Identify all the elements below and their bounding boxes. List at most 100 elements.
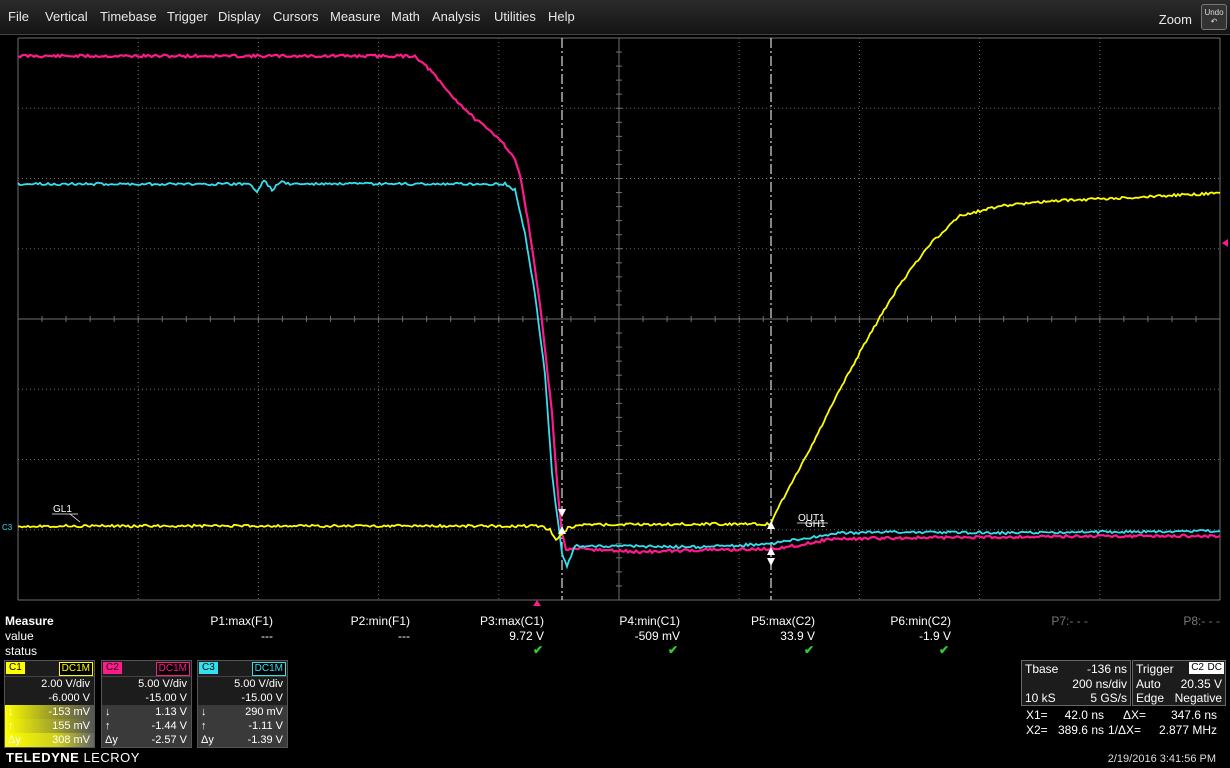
channel-c2-offset-row: -15.00 V: [102, 691, 191, 705]
label-gl1-pointer: [69, 513, 81, 523]
channel-c3-down-symbol: ↓: [201, 706, 207, 718]
channel-c2-dy-row: Δy -2.57 V: [102, 733, 191, 747]
channel-c3-up-symbol: ↑: [201, 720, 207, 732]
menu-cursors[interactable]: Cursors: [273, 9, 319, 24]
menu-timebase[interactable]: Timebase: [100, 9, 157, 24]
channel-c3-dy-symbol: Δy: [201, 734, 214, 746]
channel-c1-up: 155 mV: [52, 720, 90, 732]
channel-c1-down: -153 mV: [48, 706, 90, 718]
menu-trigger[interactable]: Trigger: [167, 9, 208, 24]
cursor-x2-arrow-down: [767, 558, 775, 566]
measure-param-p8[interactable]: P8:- - -: [1120, 614, 1220, 628]
cursor-markers: [558, 509, 775, 566]
channel-c1-up-row: ↑ 155 mV: [5, 719, 94, 733]
c3-offset-marker: C3: [2, 523, 13, 532]
menu-utilities[interactable]: Utilities: [494, 9, 536, 24]
cursor-inv-value: 2.877 MHz: [1158, 723, 1217, 737]
channel-c1-descriptor[interactable]: C1 DC1M 2.00 V/div -6.000 V ↓ -153 mV ↑ 15…: [4, 660, 95, 748]
undo-icon: ↶: [1210, 17, 1218, 26]
cursor-x1-value: 42.0 ns: [1064, 708, 1104, 722]
channel-c1-dy-row: Δy 308 mV: [5, 733, 94, 747]
brand-sub: LECROY: [79, 750, 140, 765]
trigger-source: C2: [1189, 662, 1206, 674]
channel-c3-up: -1.11 V: [248, 720, 283, 732]
channel-c1-header: C1 DC1M: [5, 661, 94, 677]
channel-c2-coupling: DC1M: [155, 662, 190, 676]
timebase-descriptor[interactable]: Tbase -136 ns 200 ns/div 10 kS 5 GS/s: [1021, 660, 1131, 706]
cursor-x2-value: 389.6 ns: [1057, 723, 1104, 737]
channel-c2-tag: C2: [103, 662, 122, 674]
channel-c2-vdiv: 5.00 V/div: [138, 678, 187, 690]
measure-param-p6[interactable]: P6:min(C2): [851, 614, 951, 628]
channel-c1-down-symbol: ↓: [8, 706, 14, 718]
menu-analysis[interactable]: Analysis: [432, 9, 480, 24]
channel-c3-down: 290 mV: [245, 706, 283, 718]
channel-c2-down-row: ↓ 1.13 V: [102, 705, 191, 719]
measure-value-p2: ---: [398, 629, 410, 643]
channel-c3-down-row: ↓ 290 mV: [198, 705, 287, 719]
channel-c2-header: C2 DC1M: [102, 661, 191, 677]
trigger-time-marker: [533, 600, 541, 606]
menu-help[interactable]: Help: [548, 9, 575, 24]
zoom-button[interactable]: Zoom: [1159, 12, 1192, 27]
measure-title[interactable]: Measure: [5, 614, 54, 628]
channel-c1-down-row: ↓ -153 mV: [5, 705, 94, 719]
brand-name: TELEDYNE: [6, 750, 80, 765]
trigger-label: Trigger: [1136, 662, 1174, 676]
measure-value-p5: 33.9 V: [780, 629, 815, 643]
channel-c1-tag: C1: [6, 662, 25, 674]
trigger-type: Edge: [1136, 691, 1165, 705]
channel-c1-dy-symbol: Δy: [8, 734, 21, 746]
trigger-level-marker: [1222, 239, 1228, 247]
measure-row-value-label: value: [5, 629, 34, 643]
timestamp: 2/19/2016 3:41:56 PM: [1107, 753, 1216, 765]
measure-status-p3: ✔: [533, 643, 544, 657]
timebase-label: Tbase: [1025, 662, 1059, 676]
channel-c3-vdiv: 5.00 V/div: [234, 678, 283, 690]
channel-c3-offset-row: -15.00 V: [198, 691, 287, 705]
channel-c2-offset: -15.00 V: [145, 692, 187, 704]
measure-param-p5[interactable]: P5:max(C2): [715, 614, 815, 628]
measure-param-p1[interactable]: P1:max(F1): [173, 614, 273, 628]
channel-c1-up-symbol: ↑: [8, 720, 14, 732]
channel-c2-down: 1.13 V: [155, 706, 187, 718]
menu-file[interactable]: File: [8, 9, 29, 24]
menu-bar: File Vertical Timebase Trigger Display C…: [0, 0, 1230, 35]
channel-c2-up-symbol: ↑: [105, 720, 111, 732]
channel-c1-dy: 308 mV: [52, 734, 90, 746]
trigger-coupling: DC: [1205, 662, 1224, 674]
cursor-dx-value: 347.6 ns: [1170, 708, 1217, 722]
menu-math[interactable]: Math: [391, 9, 420, 24]
channel-c2-descriptor[interactable]: C2 DC1M 5.00 V/div -15.00 V ↓ 1.13 V ↑ -1.…: [101, 660, 192, 748]
undo-label: Undo: [1204, 8, 1224, 17]
trigger-descriptor[interactable]: Trigger C2 DC Auto 20.35 V Edge Negative: [1132, 660, 1226, 706]
channel-c2-down-symbol: ↓: [105, 706, 111, 718]
label-gl1: GL1: [53, 504, 72, 515]
measure-value-p3: 9.72 V: [509, 629, 544, 643]
measure-param-p2[interactable]: P2:min(F1): [310, 614, 410, 628]
measure-status-p4: ✔: [668, 643, 679, 657]
trigger-mode: Auto: [1136, 677, 1161, 691]
timebase-delay: -136 ns: [1086, 662, 1127, 676]
measure-param-p3[interactable]: P3:max(C1): [444, 614, 544, 628]
menu-display[interactable]: Display: [218, 9, 261, 24]
menu-vertical[interactable]: Vertical: [45, 9, 88, 24]
channel-c2-dy-symbol: Δy: [105, 734, 118, 746]
measure-value-p1: ---: [261, 629, 273, 643]
undo-button[interactable]: Undo ↶: [1201, 4, 1227, 30]
measure-param-p7[interactable]: P7:- - -: [988, 614, 1088, 628]
brand-logo: TELEDYNE LECROY: [6, 750, 140, 765]
channel-c2-up-row: ↑ -1.44 V: [102, 719, 191, 733]
timebase-rate: 5 GS/s: [1090, 691, 1127, 705]
channel-c3-descriptor[interactable]: C3 DC1M 5.00 V/div -15.00 V ↓ 290 mV ↑ -1.…: [197, 660, 288, 748]
waveform-display[interactable]: GL1 OUT1 GH1 C3: [0, 34, 1230, 606]
channel-c1-offset-row: -6.000 V: [5, 691, 94, 705]
measure-param-p4[interactable]: P4:min(C1): [580, 614, 680, 628]
menu-measure[interactable]: Measure: [330, 9, 381, 24]
measure-value-p4: -509 mV: [634, 629, 680, 643]
measure-row-status-label: status: [5, 644, 38, 658]
channel-c2-dy: -2.57 V: [151, 734, 187, 746]
measure-value-p6: -1.9 V: [918, 629, 951, 643]
channel-c2-vdiv-row: 5.00 V/div: [102, 677, 191, 691]
cursor-x1-label: X1=: [1026, 708, 1048, 722]
